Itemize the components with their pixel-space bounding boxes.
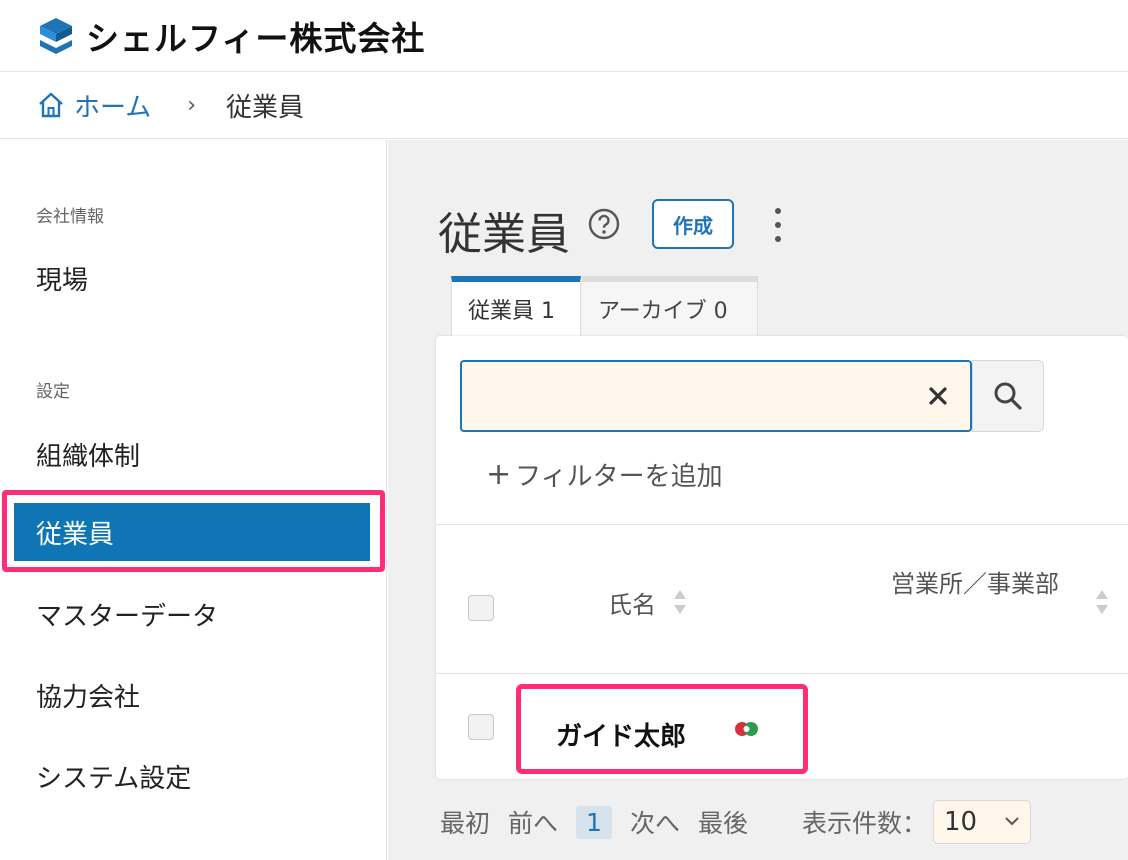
per-page-select[interactable]: 10: [932, 800, 1031, 844]
chevron-down-icon: [1005, 817, 1019, 826]
pager-next[interactable]: 次へ: [630, 804, 680, 840]
home-icon[interactable]: [36, 90, 66, 120]
column-header-office[interactable]: 営業所／事業部: [891, 563, 1071, 605]
add-filter-label: フィルターを追加: [515, 462, 723, 492]
tab-employees[interactable]: 従業員 1: [451, 276, 581, 336]
create-button[interactable]: 作成: [652, 199, 734, 249]
sidebar-section-company: 会社情報: [36, 207, 104, 227]
breadcrumb-separator: ›: [187, 92, 197, 118]
column-header-name[interactable]: 氏名: [608, 585, 656, 620]
pager-current-page[interactable]: 1: [576, 805, 612, 839]
badge-icon: [735, 722, 758, 736]
sidebar-item-employees[interactable]: 従業員: [14, 503, 370, 561]
row-checkbox[interactable]: [468, 714, 494, 740]
tab-archive[interactable]: アーカイブ 0: [582, 276, 758, 336]
breadcrumb-home-link[interactable]: ホーム: [74, 87, 151, 124]
shelfy-logo-icon: [40, 17, 72, 54]
plus-icon: +: [486, 457, 512, 492]
pager-first[interactable]: 最初: [440, 804, 490, 840]
pager-last[interactable]: 最後: [698, 804, 748, 840]
search-button[interactable]: [972, 360, 1044, 432]
sort-icon[interactable]: [1094, 587, 1110, 617]
page-title: 従業員: [438, 209, 570, 260]
employee-name[interactable]: ガイド太郎: [556, 716, 686, 753]
sidebar-item-master[interactable]: マスターデータ: [36, 596, 218, 633]
sidebar-item-system[interactable]: システム設定: [36, 758, 191, 795]
app-header: シェルフィー株式会社: [0, 0, 1128, 72]
select-all-checkbox[interactable]: [468, 595, 494, 621]
sort-icon[interactable]: [672, 587, 688, 617]
sidebar-item-org[interactable]: 組織体制: [36, 436, 140, 473]
search-icon: [994, 382, 1022, 410]
table-row[interactable]: ガイド太郎: [436, 674, 1128, 779]
clear-icon[interactable]: [926, 384, 950, 408]
pager-prev[interactable]: 前へ: [508, 804, 558, 840]
per-page-label: 表示件数：: [801, 809, 927, 838]
help-icon[interactable]: [588, 208, 620, 240]
sidebar-section-settings: 設定: [36, 382, 70, 402]
add-filter-button[interactable]: + フィルターを追加: [486, 456, 723, 493]
sidebar-item-partner[interactable]: 協力会社: [36, 677, 140, 714]
main-content: 従業員 作成 従業員 1 アーカイブ 0 + フィルターを追加 氏名 営業所／事…: [388, 140, 1128, 860]
per-page-value: 10: [943, 807, 978, 837]
breadcrumb-current: 従業員: [226, 92, 305, 123]
more-options-icon[interactable]: [768, 208, 788, 242]
pagination: 最初 前へ 1 次へ 最後 表示件数： 10: [440, 800, 1031, 844]
sidebar-item-genba[interactable]: 現場: [36, 260, 88, 297]
table-header: 氏名 営業所／事業部: [436, 524, 1128, 674]
employee-panel: + フィルターを追加 氏名 営業所／事業部 ガイド太郎: [436, 336, 1128, 779]
search-input[interactable]: [460, 360, 972, 432]
sidebar: 会社情報 現場 設定 組織体制 従業員 マスターデータ 協力会社 システム設定: [0, 140, 387, 860]
breadcrumb: ホーム › 従業員: [0, 72, 1128, 139]
company-name: シェルフィー株式会社: [86, 18, 426, 58]
